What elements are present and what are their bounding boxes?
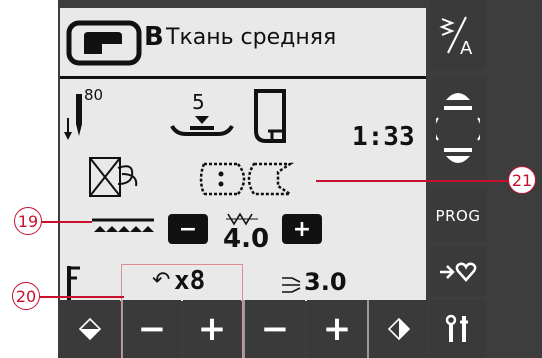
tools-icon	[445, 314, 468, 342]
buttonhole-stitch-icon	[199, 162, 294, 196]
needle-size: 80	[84, 86, 104, 104]
stitch-group-letter: B	[144, 22, 164, 52]
callout-20: 20	[12, 282, 40, 310]
length-minus-button[interactable]: −	[245, 300, 305, 358]
fabric-label[interactable]: Ткань средняя	[166, 25, 336, 50]
stitch-length-icon	[282, 277, 301, 293]
presser-pressure-value: 5	[192, 90, 205, 114]
repeat-group-highlight	[121, 264, 243, 358]
favorite-button[interactable]	[430, 247, 486, 297]
prog-label: PROG	[435, 207, 481, 225]
callout-21: 21	[508, 166, 536, 194]
callout-21-line	[316, 180, 508, 182]
lcd-display: B Ткань средняя 80 5 1:33 − 4.0 + ↶ x8 3…	[60, 8, 426, 301]
up-down-arrows-icon	[436, 93, 480, 163]
sewing-advisor-icon[interactable]	[66, 20, 142, 66]
stitch-length-value: 3.0	[304, 268, 347, 296]
callout-19: 19	[14, 207, 42, 235]
width-plus-button[interactable]: +	[282, 214, 322, 244]
length-plus-button[interactable]: +	[307, 300, 367, 358]
presser-foot-pressure-icon	[170, 116, 234, 136]
mirror-up-down-button[interactable]	[369, 300, 428, 358]
settings-tools-button[interactable]	[430, 300, 486, 358]
length-plus-label: +	[322, 309, 352, 349]
needle-icon	[64, 94, 82, 140]
mirror-left-right-button[interactable]	[60, 300, 120, 358]
diamond-half-right-icon	[387, 317, 410, 341]
width-plus-label: +	[292, 216, 312, 242]
width-minus-button[interactable]: −	[168, 214, 208, 244]
width-minus-label: −	[178, 216, 198, 242]
scroll-up-down-button[interactable]	[430, 78, 486, 180]
tension-off-icon	[89, 157, 138, 197]
stitch-number: 1:33	[352, 122, 415, 152]
diamond-half-icon	[78, 317, 102, 341]
callout-20-line	[40, 296, 124, 298]
feed-dogs-icon	[92, 218, 154, 232]
arrow-heart-icon	[440, 262, 477, 282]
machine-ui-figure: B Ткань средняя 80 5 1:33 − 4.0 + ↶ x8 3…	[0, 0, 542, 358]
callout-19-line	[42, 221, 92, 223]
presser-foot-icon	[254, 89, 286, 143]
stitch-alpha-button[interactable]: A	[430, 0, 486, 70]
prog-button[interactable]: PROG	[430, 190, 486, 242]
header-divider	[60, 76, 426, 79]
length-minus-label: −	[260, 309, 290, 349]
alpha-label: A	[460, 38, 473, 59]
stitch-width-value: 4.0	[223, 224, 270, 254]
